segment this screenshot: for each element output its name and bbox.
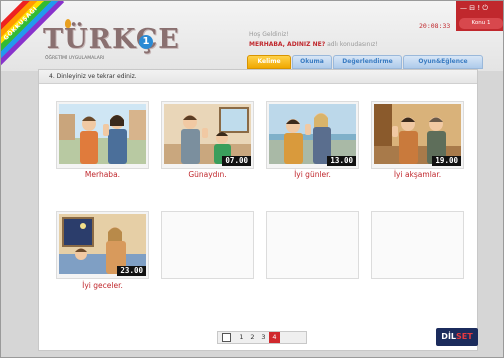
card-caption: Günaydın. — [188, 170, 227, 179]
content-panel: 4. Dinleyiniz ve tekrar ediniz. Merhaba.… — [38, 69, 478, 351]
empty-card-slot — [371, 211, 464, 279]
card-caption: İyi günler. — [294, 170, 331, 179]
empty-card-slot — [266, 211, 359, 279]
logo-level-number: 1 — [139, 35, 153, 49]
welcome-text: Hoş Geldiniz! — [249, 31, 289, 38]
window-control-icons[interactable]: — ⊟ ! ⏻ — [460, 4, 488, 13]
page-document-icon[interactable] — [222, 333, 231, 342]
logo-title: TÜRKÇE — [43, 24, 180, 55]
page-3[interactable]: 3 — [258, 332, 269, 343]
tab-kelime[interactable]: Kelime — [247, 55, 291, 69]
instruction-text: 4. Dinleyiniz ve tekrar ediniz. — [49, 73, 137, 80]
time-label: 19.00 — [432, 156, 461, 166]
card-caption: İyi akşamlar. — [393, 170, 442, 179]
time-label: 23.00 — [117, 266, 146, 276]
app-window: GÖKKUŞAĞI TÜRKÇE 1 ÖĞRETİMİ UYGULAMALARI… — [0, 0, 504, 358]
tab-okuma[interactable]: Okuma — [292, 55, 332, 69]
page-2[interactable]: 2 — [247, 332, 258, 343]
time-label: 07.00 — [222, 156, 251, 166]
time-label: 13.00 — [327, 156, 356, 166]
illustration-night — [59, 214, 146, 274]
greeting-card-iyi-geceler[interactable]: 23.00 — [56, 211, 149, 279]
card-caption: Merhaba. — [84, 170, 121, 179]
empty-card-slot — [161, 211, 254, 279]
illustration-evening — [374, 104, 461, 164]
greeting-card-merhaba[interactable] — [56, 101, 149, 169]
instruction-bar: 4. Dinleyiniz ve tekrar ediniz. — [39, 70, 477, 84]
section-tabs: Kelime Okuma Değerlendirme Oyun&Eğlence — [247, 55, 484, 69]
brand-part2: SET — [456, 332, 473, 341]
topic-title: MERHABA, ADINIZ NE? — [249, 41, 326, 48]
topic-suffix: adlı konudasınız! — [327, 41, 378, 48]
pagination: 1 2 3 4 — [217, 331, 307, 344]
app-header: GÖKKUŞAĞI TÜRKÇE 1 ÖĞRETİMİ UYGULAMALARI… — [1, 1, 503, 71]
illustration-outdoor-greeting — [59, 104, 146, 164]
tab-oyun-eglence[interactable]: Oyun&Eğlence — [403, 55, 483, 69]
tab-degerlendirme[interactable]: Değerlendirme — [333, 55, 402, 69]
dilset-logo: DİLSET — [436, 328, 478, 346]
konu-button[interactable]: Konu 1 — [459, 18, 503, 29]
pager-spacer — [280, 333, 302, 342]
topic-prompt: MERHABA, ADINIZ NE? adlı konudasınız! — [249, 41, 378, 48]
logo-subtitle: ÖĞRETİMİ UYGULAMALARI — [45, 56, 105, 61]
card-caption: İyi geceler. — [82, 281, 123, 290]
greeting-card-gunaydin[interactable]: 07.00 — [161, 101, 254, 169]
window-controls: — ⊟ ! ⏻ Konu 1 — [456, 1, 503, 31]
turkce-logo[interactable]: TÜRKÇE 1 ÖĞRETİMİ UYGULAMALARI — [43, 19, 179, 67]
clock: 20:08:33 — [419, 22, 451, 30]
page-1[interactable]: 1 — [236, 332, 247, 343]
brand-part1: DİL — [441, 332, 457, 341]
greeting-card-iyi-aksamlar[interactable]: 19.00 — [371, 101, 464, 169]
illustration-morning — [164, 104, 251, 164]
illustration-noon — [269, 104, 356, 164]
page-4[interactable]: 4 — [269, 332, 280, 343]
greeting-card-iyi-gunler[interactable]: 13.00 — [266, 101, 359, 169]
